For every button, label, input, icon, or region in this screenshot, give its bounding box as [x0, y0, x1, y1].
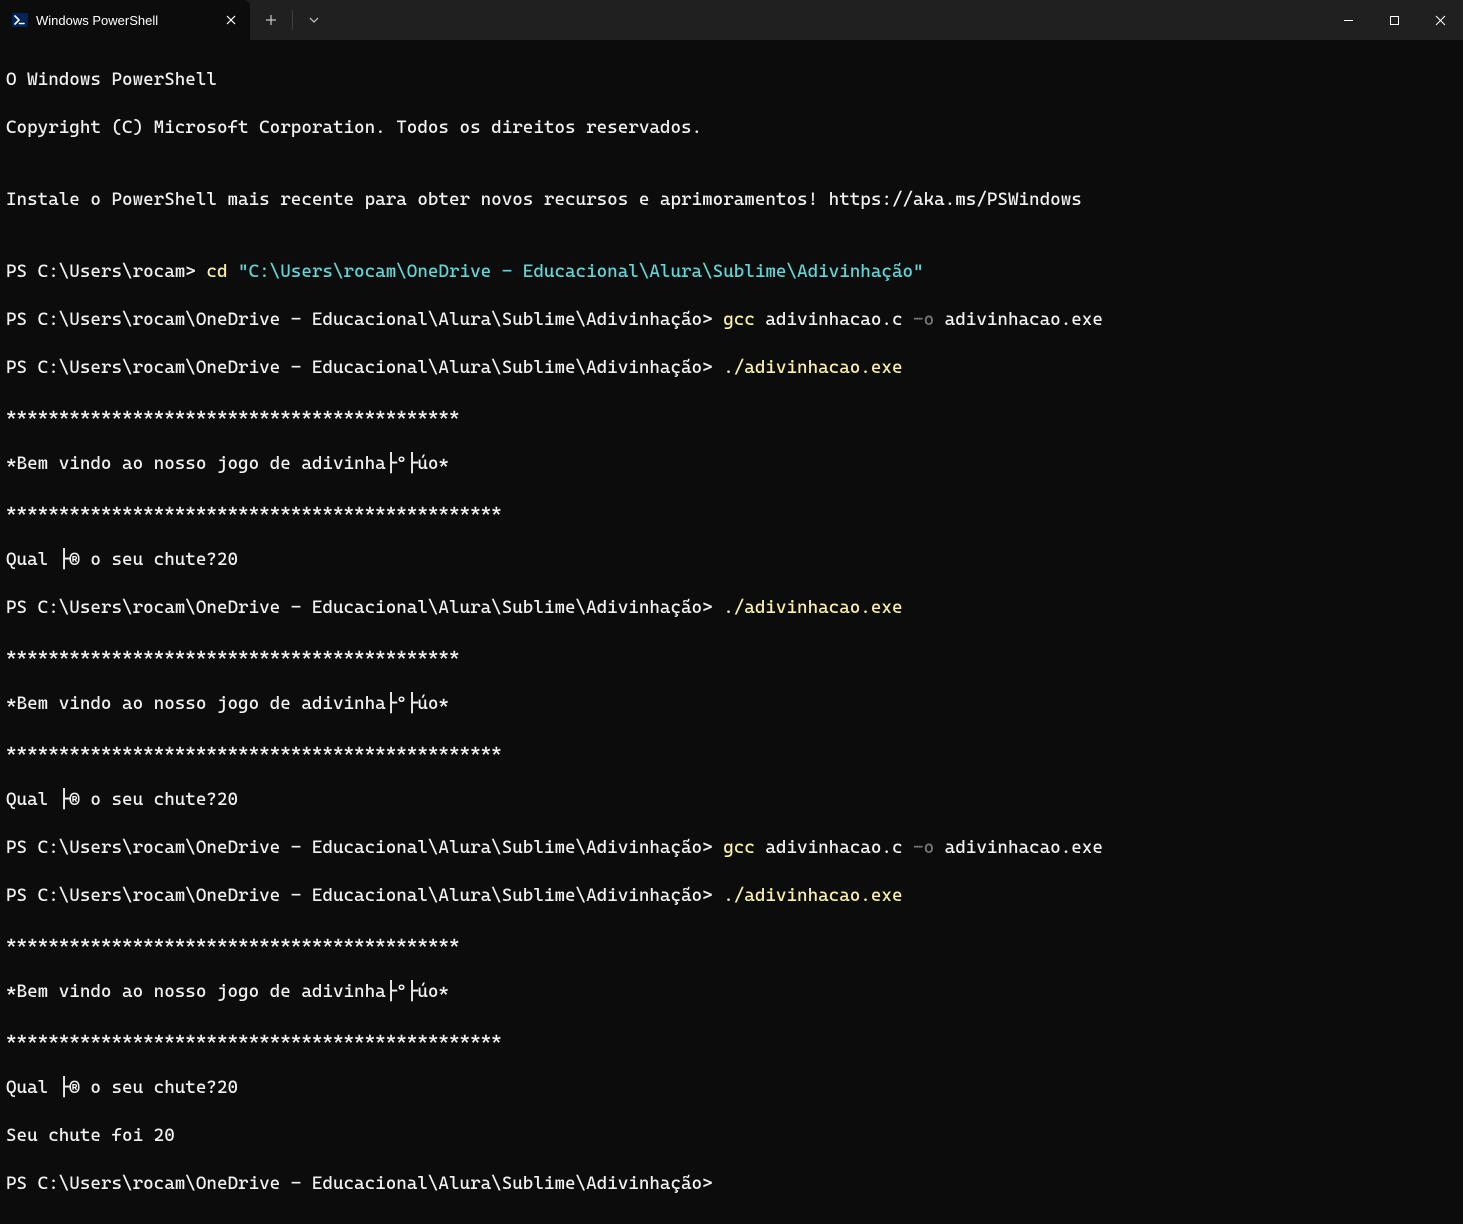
titlebar-drag-region[interactable] — [331, 0, 1325, 40]
window-titlebar: Windows PowerShell — [0, 0, 1463, 40]
tab-dropdown-button[interactable] — [297, 5, 331, 35]
command-line: PS C:\Users\rocam\OneDrive - Educacional… — [6, 308, 1457, 332]
output-line: Instale o PowerShell mais recente para o… — [6, 188, 1457, 212]
terminal-output[interactable]: O Windows PowerShell Copyright (C) Micro… — [0, 40, 1463, 1224]
output-line: ****************************************… — [6, 644, 1457, 668]
maximize-icon — [1389, 15, 1400, 26]
minimize-icon — [1343, 15, 1354, 26]
output-line: *Bem vindo ao nosso jogo de adivinha├º├ú… — [6, 452, 1457, 476]
output-line: ****************************************… — [6, 500, 1457, 524]
plus-icon — [265, 14, 277, 26]
output-line: *Bem vindo ao nosso jogo de adivinha├º├ú… — [6, 980, 1457, 1004]
command-line: PS C:\Users\rocam> cd "C:\Users\rocam\On… — [6, 260, 1457, 284]
minimize-button[interactable] — [1325, 0, 1371, 40]
command-line: PS C:\Users\rocam\OneDrive - Educacional… — [6, 596, 1457, 620]
output-line: Copyright (C) Microsoft Corporation. Tod… — [6, 116, 1457, 140]
powershell-icon — [12, 12, 28, 28]
divider — [292, 10, 293, 30]
output-line: O Windows PowerShell — [6, 68, 1457, 92]
tab-powershell[interactable]: Windows PowerShell — [0, 0, 250, 40]
command-line: PS C:\Users\rocam\OneDrive - Educacional… — [6, 884, 1457, 908]
output-line: Qual ├® o seu chute?20 — [6, 548, 1457, 572]
output-line: *Bem vindo ao nosso jogo de adivinha├º├ú… — [6, 692, 1457, 716]
close-window-button[interactable] — [1417, 0, 1463, 40]
command-line: PS C:\Users\rocam\OneDrive - Educacional… — [6, 836, 1457, 860]
prompt-line: PS C:\Users\rocam\OneDrive - Educacional… — [6, 1172, 1457, 1196]
output-line: ****************************************… — [6, 740, 1457, 764]
output-line: ****************************************… — [6, 404, 1457, 428]
new-tab-button[interactable] — [254, 5, 288, 35]
tab-title: Windows PowerShell — [36, 13, 214, 28]
output-line: ****************************************… — [6, 932, 1457, 956]
maximize-button[interactable] — [1371, 0, 1417, 40]
output-line: Seu chute foi 20 — [6, 1124, 1457, 1148]
output-line: Qual ├® o seu chute?20 — [6, 788, 1457, 812]
command-line: PS C:\Users\rocam\OneDrive - Educacional… — [6, 356, 1457, 380]
output-line: Qual ├® o seu chute?20 — [6, 1076, 1457, 1100]
output-line: ****************************************… — [6, 1028, 1457, 1052]
titlebar-actions — [250, 0, 331, 40]
close-icon — [226, 15, 236, 25]
chevron-down-icon — [308, 14, 320, 26]
window-controls — [1325, 0, 1463, 40]
close-icon — [1435, 15, 1446, 26]
close-tab-button[interactable] — [222, 11, 240, 29]
